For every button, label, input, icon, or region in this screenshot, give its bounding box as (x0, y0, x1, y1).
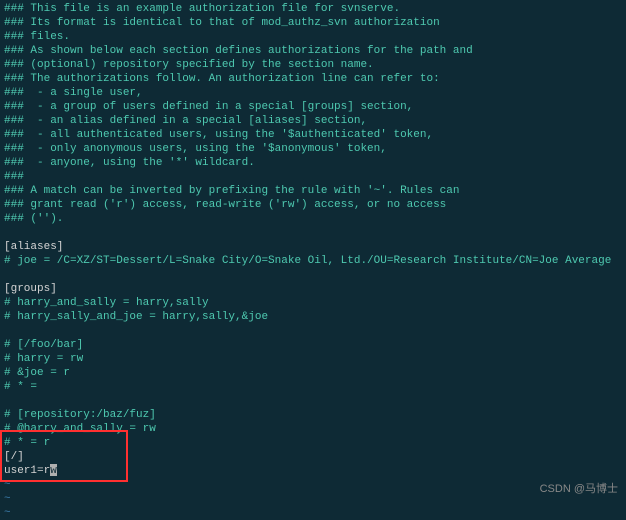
code-line: ### (''). (4, 212, 622, 226)
code-line: ### The authorizations follow. An author… (4, 72, 622, 86)
code-line: ### - all authenticated users, using the… (4, 128, 622, 142)
code-line: # harry_sally_and_joe = harry,sally,&joe (4, 310, 622, 324)
code-line: ~ (4, 492, 622, 506)
code-line (4, 394, 622, 408)
code-line: [groups] (4, 282, 622, 296)
code-line: ### - an alias defined in a special [ali… (4, 114, 622, 128)
code-line: ~ (4, 506, 622, 520)
code-line: ### files. (4, 30, 622, 44)
watermark: CSDN @马博士 (540, 482, 618, 496)
code-line: # * = (4, 380, 622, 394)
code-line: # [/foo/bar] (4, 338, 622, 352)
code-line: ### This file is an example authorizatio… (4, 2, 622, 16)
code-line: ### - a single user, (4, 86, 622, 100)
code-line: ### (optional) repository specified by t… (4, 58, 622, 72)
highlight-box (0, 430, 128, 482)
code-line (4, 268, 622, 282)
code-line: ### - a group of users defined in a spec… (4, 100, 622, 114)
code-line: ### - only anonymous users, using the '$… (4, 142, 622, 156)
code-line: # joe = /C=XZ/ST=Dessert/L=Snake City/O=… (4, 254, 622, 268)
code-line: # [repository:/baz/fuz] (4, 408, 622, 422)
code-line: [aliases] (4, 240, 622, 254)
code-line: ### - anyone, using the '*' wildcard. (4, 156, 622, 170)
code-line (4, 324, 622, 338)
code-line: # harry = rw (4, 352, 622, 366)
code-line: ### As shown below each section defines … (4, 44, 622, 58)
code-line: ### (4, 170, 622, 184)
code-line: ### grant read ('r') access, read-write … (4, 198, 622, 212)
code-line: # harry_and_sally = harry,sally (4, 296, 622, 310)
code-line: # &joe = r (4, 366, 622, 380)
code-line (4, 226, 622, 240)
code-line: ### Its format is identical to that of m… (4, 16, 622, 30)
code-line: ### A match can be inverted by prefixing… (4, 184, 622, 198)
